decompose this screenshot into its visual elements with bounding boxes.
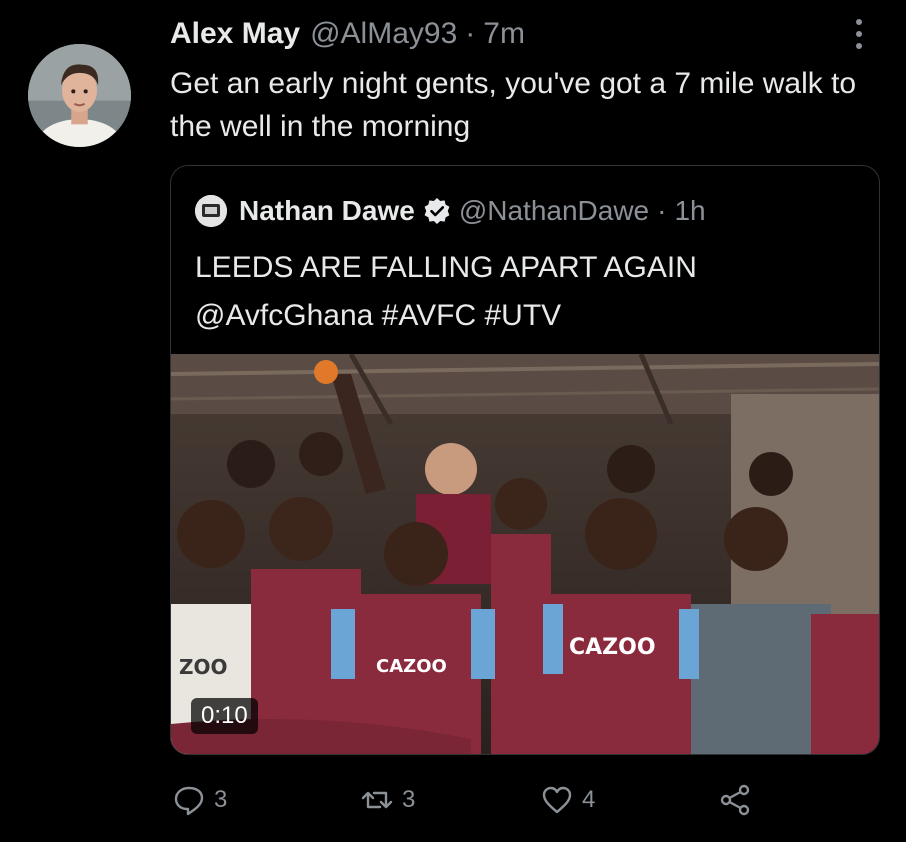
quoted-display-name[interactable]: Nathan Dawe bbox=[239, 195, 415, 227]
quoted-text-line-2[interactable]: @AvfcGhana #AVFC #UTV bbox=[195, 292, 855, 340]
retweet-button[interactable]: 3 bbox=[360, 778, 415, 822]
share-icon bbox=[718, 783, 752, 817]
like-count: 4 bbox=[582, 786, 596, 813]
tweet-text: Get an early night gents, you've got a 7… bbox=[170, 67, 857, 143]
reply-button[interactable]: 3 bbox=[172, 778, 227, 822]
author-handle[interactable]: @AlMay93 bbox=[310, 17, 457, 51]
video-duration-badge: 0:10 bbox=[191, 698, 258, 734]
author-display-name[interactable]: Alex May bbox=[170, 17, 300, 51]
tweet-timestamp[interactable]: 7m bbox=[483, 17, 525, 51]
quoted-timestamp[interactable]: 1h bbox=[674, 195, 705, 227]
quoted-profile-photo-icon bbox=[195, 195, 227, 227]
share-button[interactable] bbox=[718, 778, 752, 822]
quoted-avatar[interactable] bbox=[195, 195, 227, 227]
quoted-tweet-card[interactable]: Nathan Dawe @NathanDawe · 1h LEEDS ARE F… bbox=[170, 165, 880, 755]
retweet-icon bbox=[360, 783, 394, 817]
verified-badge-icon bbox=[423, 197, 451, 225]
tweet-actions: 3 3 4 bbox=[0, 778, 906, 822]
quoted-text-line-1: LEEDS ARE FALLING APART AGAIN bbox=[195, 251, 697, 284]
header-separator: · bbox=[465, 17, 476, 50]
avatar[interactable] bbox=[28, 44, 131, 147]
reply-icon bbox=[172, 783, 206, 817]
video-thumbnail[interactable]: CAZOO CAZOO ZOO bbox=[171, 354, 879, 754]
shirt-sponsor-text-3: ZOO bbox=[179, 655, 228, 679]
quoted-handle[interactable]: @NathanDawe bbox=[459, 195, 649, 227]
profile-photo-icon bbox=[28, 44, 131, 147]
heart-icon bbox=[540, 783, 574, 817]
quoted-tweet-header: Nathan Dawe @NathanDawe · 1h bbox=[195, 192, 706, 230]
more-options-icon[interactable] bbox=[846, 16, 872, 52]
tweet-header: Alex May @AlMay93 · 7m bbox=[170, 14, 525, 54]
shirt-sponsor-text-1: CAZOO bbox=[376, 656, 447, 677]
video-frame-image: CAZOO CAZOO ZOO bbox=[171, 354, 879, 754]
retweet-count: 3 bbox=[402, 786, 416, 813]
like-button[interactable]: 4 bbox=[540, 778, 595, 822]
reply-count: 3 bbox=[214, 786, 228, 813]
shirt-sponsor-text-2: CAZOO bbox=[569, 635, 656, 660]
quoted-tweet-text: LEEDS ARE FALLING APART AGAIN @AvfcGhana… bbox=[195, 244, 855, 340]
quoted-header-separator: · bbox=[657, 195, 667, 226]
